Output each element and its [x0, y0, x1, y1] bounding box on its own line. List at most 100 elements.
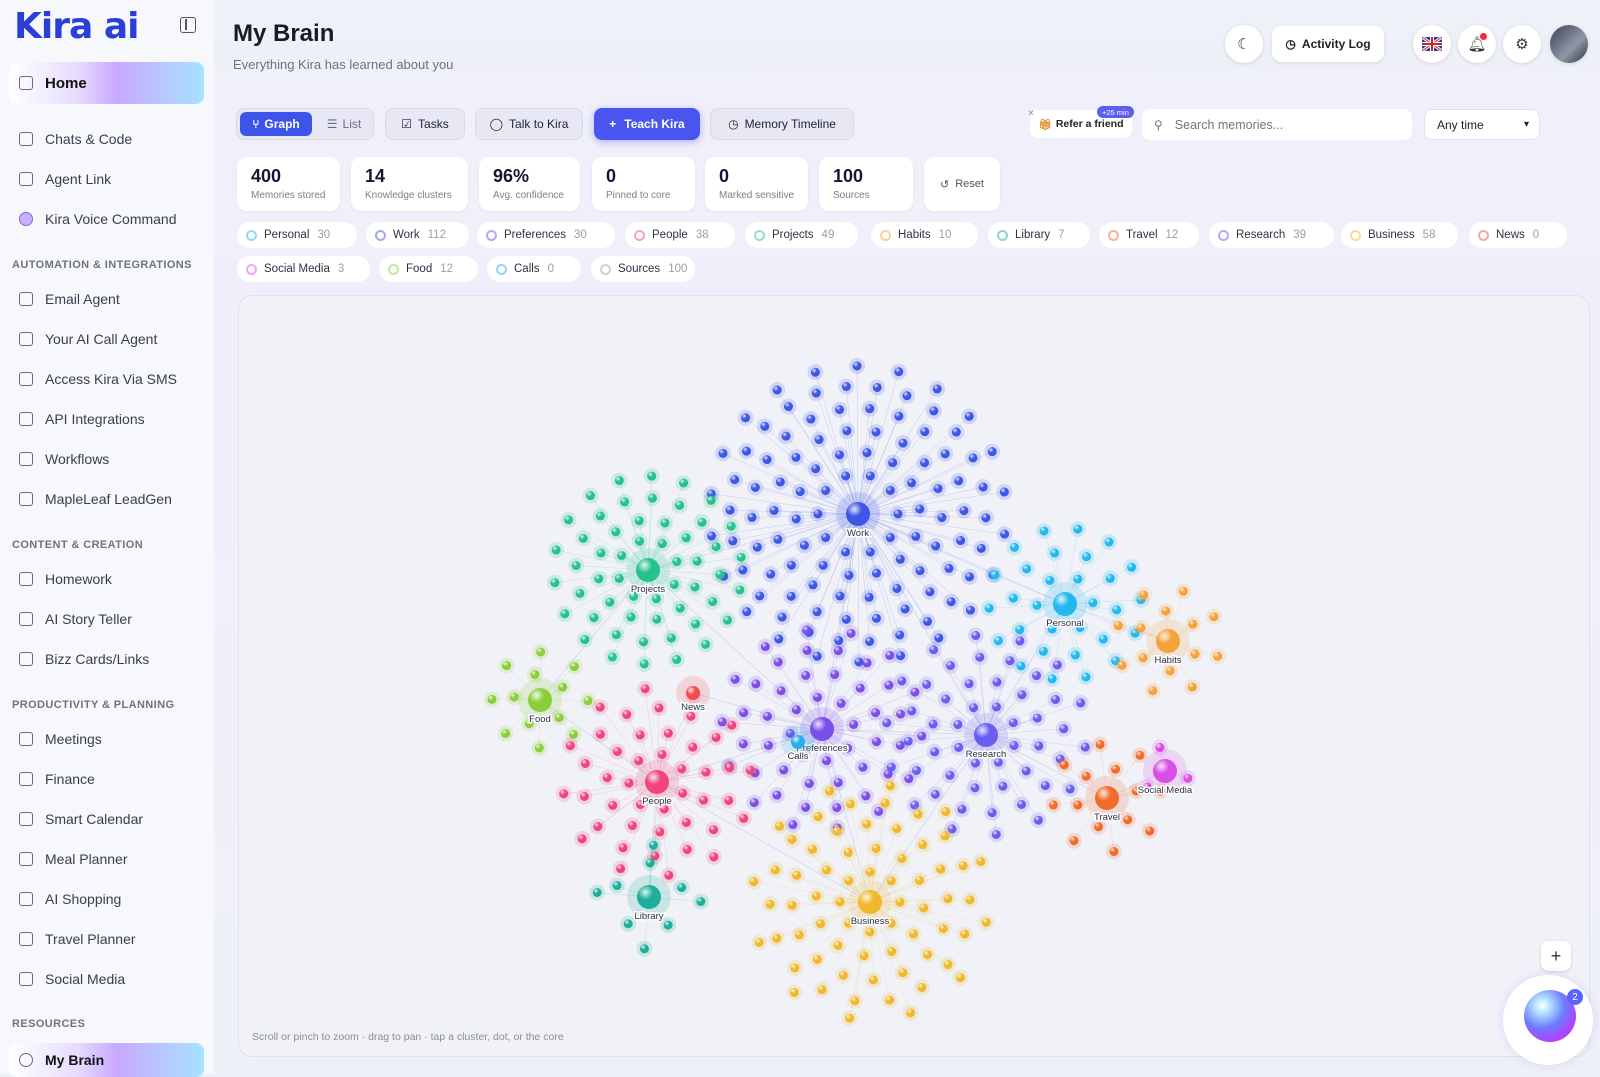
sidebar-item-bizz-cards[interactable]: Bizz Cards/Links	[9, 640, 204, 678]
talk-to-kira-button[interactable]: ◯Talk to Kira	[475, 108, 583, 140]
zoom-in-button[interactable]: +	[1541, 941, 1571, 971]
time-filter-select[interactable]: Any time ▾	[1424, 109, 1540, 140]
sidebar-item-smart-calendar[interactable]: Smart Calendar	[9, 800, 204, 838]
sidebar-item-ai-shopping[interactable]: AI Shopping	[9, 880, 204, 918]
sidebar-item-api-integrations[interactable]: API Integrations	[9, 400, 204, 438]
category-dot-icon	[600, 264, 611, 275]
sidebar-item-kira-voice-command[interactable]: Kira Voice Command	[9, 200, 204, 238]
category-chip-food[interactable]: Food12	[379, 256, 478, 282]
teach-label: Teach Kira	[624, 117, 684, 131]
category-chip-personal[interactable]: Personal30	[237, 222, 357, 248]
sidebar-item-social-media[interactable]: Social Media	[9, 960, 204, 998]
phone-icon	[19, 332, 33, 346]
category-chip-sources[interactable]: Sources100	[591, 256, 695, 282]
theme-toggle-button[interactable]: ☾	[1225, 25, 1263, 63]
reset-button[interactable]: ↺Reset	[924, 157, 1000, 211]
stat-label: Sources	[833, 190, 913, 201]
category-name: Preferences	[504, 229, 566, 241]
settings-button[interactable]: ⚙	[1503, 25, 1541, 63]
sidebar-item-meetings[interactable]: Meetings	[9, 720, 204, 758]
stat-label: Memories stored	[251, 190, 340, 201]
close-icon[interactable]: ×	[1028, 108, 1034, 119]
category-name: Social Media	[264, 263, 330, 275]
sidebar-item-chats-code[interactable]: Chats & Code	[9, 120, 204, 158]
graph-view-button[interactable]: ⑂Graph	[240, 112, 312, 136]
category-dot-icon	[997, 230, 1008, 241]
category-chip-business[interactable]: Business58	[1341, 222, 1458, 248]
sidebar-item-label: API Integrations	[45, 411, 145, 427]
avatar[interactable]	[1550, 25, 1588, 63]
category-chip-projects[interactable]: Projects49	[745, 222, 858, 248]
sidebar-item-ai-story-teller[interactable]: AI Story Teller	[9, 600, 204, 638]
category-chip-habits[interactable]: Habits10	[871, 222, 978, 248]
memory-timeline-button[interactable]: ◷Memory Timeline	[710, 108, 854, 140]
category-count: 30	[317, 229, 330, 241]
brain-graph-panel[interactable]	[238, 295, 1590, 1057]
list-view-button[interactable]: ☰List	[318, 112, 370, 136]
sidebar-item-my-brain[interactable]: My Brain	[9, 1043, 204, 1077]
timeline-label: Memory Timeline	[745, 117, 836, 131]
category-name: Food	[406, 263, 432, 275]
sms-icon	[19, 372, 33, 386]
sidebar-item-mapleleaf-leadgen[interactable]: MapleLeaf LeadGen	[9, 480, 204, 518]
sidebar-item-meal-planner[interactable]: Meal Planner	[9, 840, 204, 878]
calendar-icon	[19, 812, 33, 826]
tasks-button[interactable]: ☑Tasks	[385, 108, 465, 140]
travel-icon	[19, 932, 33, 946]
book-icon	[19, 572, 33, 586]
category-chip-people[interactable]: People38	[625, 222, 735, 248]
sidebar-item-label: Homework	[45, 571, 112, 587]
language-button[interactable]	[1413, 25, 1451, 63]
category-chip-research[interactable]: Research39	[1209, 222, 1334, 248]
chat-bubble-icon: ◯	[490, 117, 503, 131]
notifications-button[interactable]: 🔔︎	[1458, 25, 1496, 63]
category-chip-news[interactable]: News0	[1469, 222, 1567, 248]
sidebar-item-label: Meal Planner	[45, 851, 128, 867]
category-chip-social-media[interactable]: Social Media3	[237, 256, 370, 282]
stat-value: 0	[606, 167, 695, 185]
collapse-sidebar-icon[interactable]	[180, 17, 196, 33]
stat-value: 100	[833, 167, 913, 185]
section-title-automation: AUTOMATION & INTEGRATIONS	[12, 259, 192, 271]
tasks-label: Tasks	[418, 117, 449, 131]
category-chip-travel[interactable]: Travel12	[1099, 222, 1199, 248]
stat-label: Pinned to core	[606, 190, 695, 201]
sidebar-item-email-agent[interactable]: Email Agent	[9, 280, 204, 318]
gear-icon: ⚙	[1515, 35, 1528, 53]
category-name: Sources	[618, 263, 660, 275]
category-chip-work[interactable]: Work112	[366, 222, 469, 248]
sidebar-item-ai-call-agent[interactable]: Your AI Call Agent	[9, 320, 204, 358]
stat-value: 96%	[493, 167, 580, 185]
section-title-content: CONTENT & CREATION	[12, 539, 143, 551]
category-chip-library[interactable]: Library7	[988, 222, 1090, 248]
category-count: 10	[939, 229, 952, 241]
category-dot-icon	[1108, 230, 1119, 241]
category-chip-calls[interactable]: Calls0	[487, 256, 581, 282]
sidebar-item-home[interactable]: Home	[9, 62, 204, 104]
category-chip-preferences[interactable]: Preferences30	[477, 222, 615, 248]
category-name: News	[1496, 229, 1525, 241]
category-dot-icon	[880, 230, 891, 241]
sidebar-item-homework[interactable]: Homework	[9, 560, 204, 598]
sidebar-item-label: Email Agent	[45, 291, 120, 307]
app-logo[interactable]: Kira ai	[14, 6, 138, 47]
chevron-down-icon: ▾	[1524, 119, 1529, 130]
teach-kira-button[interactable]: +Teach Kira	[594, 108, 700, 140]
category-name: Research	[1236, 229, 1285, 241]
sidebar-item-label: Chats & Code	[45, 131, 132, 147]
home-icon	[19, 76, 33, 90]
search-input[interactable]	[1173, 117, 1397, 133]
search-box: ⚲	[1142, 109, 1412, 140]
sidebar-item-agent-link[interactable]: Agent Link	[9, 160, 204, 198]
activity-log-button[interactable]: ◷ Activity Log	[1272, 26, 1384, 62]
category-count: 12	[1166, 229, 1179, 241]
stat-memories: 400Memories stored	[237, 157, 340, 211]
sidebar-item-finance[interactable]: Finance	[9, 760, 204, 798]
search-icon: ⚲	[1154, 118, 1163, 132]
category-name: Library	[1015, 229, 1050, 241]
sidebar-item-travel-planner[interactable]: Travel Planner	[9, 920, 204, 958]
api-icon	[19, 412, 33, 426]
sidebar-item-sms[interactable]: Access Kira Via SMS	[9, 360, 204, 398]
sidebar-item-workflows[interactable]: Workflows	[9, 440, 204, 478]
moon-icon: ☾	[1237, 35, 1250, 53]
